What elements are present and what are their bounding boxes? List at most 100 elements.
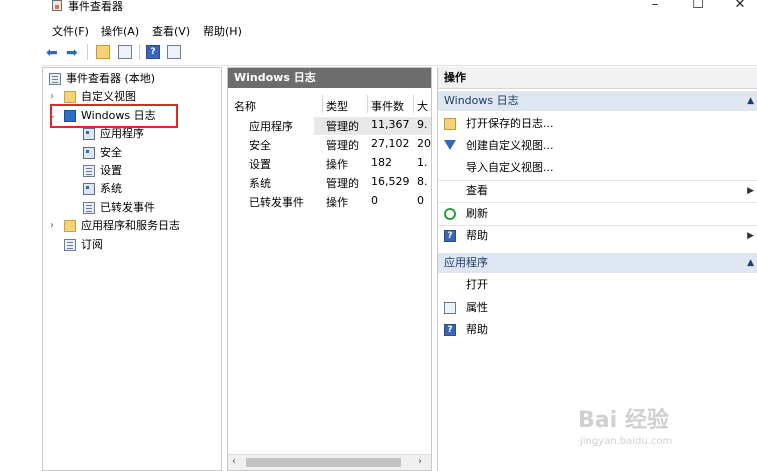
close-button[interactable]: ✕ [725, 0, 755, 15]
properties-icon [444, 302, 456, 314]
tree-label: 事件查看器 (本地) [66, 72, 156, 85]
tree-label: 系统 [100, 182, 122, 195]
action-label: 创建自定义视图... [466, 139, 554, 152]
highlight-annotation-box [50, 104, 178, 128]
back-arrow-icon[interactable]: ⬅ [46, 45, 58, 61]
action-label: 帮助 [466, 229, 488, 242]
menu-action[interactable]: 操作(A) [101, 23, 139, 39]
column-header-name[interactable]: 名称 [234, 98, 256, 114]
tree-label: 已转发事件 [100, 201, 155, 214]
table-row[interactable]: 系统 管理的 16,529 8. [228, 175, 431, 193]
action-view[interactable]: 查看 ▶ [438, 180, 757, 202]
row-type: 管理的 [326, 139, 359, 152]
section-title: 应用程序 [444, 256, 488, 269]
row-count: 182 [371, 156, 392, 169]
scrollbar-thumb[interactable] [246, 458, 401, 467]
action-help[interactable]: ? 帮助 ▶ [438, 225, 757, 247]
open-folder-icon [444, 118, 456, 130]
row-size: 1. [417, 156, 428, 169]
show-tree-icon[interactable] [118, 45, 132, 59]
expand-chevron-icon[interactable]: › [47, 217, 57, 235]
row-type: 操作 [326, 196, 348, 209]
tree-label: 应用程序和服务日志 [81, 219, 180, 232]
help-icon: ? [444, 230, 456, 242]
event-viewer-icon [49, 73, 61, 85]
column-header-size[interactable]: 大 [417, 98, 428, 114]
table-row[interactable]: 应用程序 管理的 11,367 9. [228, 118, 431, 136]
log-icon [83, 183, 95, 195]
actions-section-windows-logs[interactable]: Windows 日志 ▲ [438, 91, 757, 111]
show-action-pane-icon[interactable] [167, 45, 181, 59]
row-size: 0 [417, 194, 424, 207]
up-folder-icon[interactable] [96, 45, 110, 59]
action-label: 打开保存的日志... [466, 117, 554, 130]
row-name: 应用程序 [249, 120, 293, 133]
scroll-left-icon[interactable]: ‹ [232, 456, 236, 467]
action-create-custom-view[interactable]: 创建自定义视图... [438, 135, 757, 157]
window-title: 事件查看器 [68, 0, 123, 13]
row-name: 已转发事件 [249, 196, 304, 209]
row-type: 操作 [326, 158, 348, 171]
tree-label: 安全 [100, 146, 122, 159]
submenu-arrow-icon: ▶ [747, 231, 754, 241]
table-row[interactable]: 安全 管理的 27,102 20 [228, 137, 431, 155]
collapse-caret-icon[interactable]: ▲ [747, 91, 754, 111]
row-size: 9. [417, 118, 428, 131]
submenu-arrow-icon: ▶ [747, 186, 754, 196]
row-name: 系统 [249, 177, 271, 190]
filter-icon [444, 140, 456, 150]
log-icon [83, 147, 95, 159]
action-refresh[interactable]: 刷新 [438, 203, 757, 225]
help-icon[interactable]: ? [146, 45, 160, 59]
scroll-right-icon[interactable]: › [418, 456, 422, 467]
action-open[interactable]: 打开 [438, 274, 757, 296]
forward-arrow-icon[interactable]: ➡ [66, 45, 78, 61]
log-icon [83, 128, 95, 140]
row-name: 设置 [249, 158, 271, 171]
column-divider[interactable] [322, 95, 323, 113]
tree-label: 设置 [100, 164, 122, 177]
menu-view[interactable]: 查看(V) [152, 23, 190, 39]
row-type: 管理的 [326, 177, 359, 190]
folder-icon [64, 91, 76, 103]
maximize-button[interactable]: ☐ [683, 0, 713, 15]
column-header-count[interactable]: 事件数 [371, 98, 404, 114]
toolbar-separator [139, 44, 140, 60]
menu-file[interactable]: 文件(F) [52, 23, 89, 39]
table-row[interactable]: 已转发事件 操作 0 0 [228, 194, 431, 212]
action-properties[interactable]: 属性 [438, 297, 757, 319]
horizontal-scrollbar[interactable]: ‹ › [228, 454, 431, 470]
event-viewer-app-icon [52, 0, 62, 11]
action-open-saved-log[interactable]: 打开保存的日志... [438, 113, 757, 135]
column-header-type[interactable]: 类型 [326, 98, 348, 114]
collapse-caret-icon[interactable]: ▲ [747, 253, 754, 273]
toolbar-separator [87, 44, 88, 60]
column-divider[interactable] [367, 95, 368, 113]
action-help-app[interactable]: ? 帮助 [438, 319, 757, 341]
action-import-custom-view[interactable]: 导入自定义视图... [438, 157, 757, 179]
action-label: 查看 [466, 184, 488, 197]
action-label: 打开 [466, 278, 488, 291]
action-label: 导入自定义视图... [466, 161, 554, 174]
menu-help[interactable]: 帮助(H) [203, 23, 242, 39]
middle-pane-header: Windows 日志 [228, 68, 431, 88]
actions-section-application[interactable]: 应用程序 ▲ [438, 253, 757, 273]
action-label: 刷新 [466, 207, 488, 220]
action-label: 属性 [466, 301, 488, 314]
table-row[interactable]: 设置 操作 182 1. [228, 156, 431, 174]
row-count: 0 [371, 194, 378, 207]
row-name: 安全 [249, 139, 271, 152]
folder-icon [64, 220, 76, 232]
subscriptions-icon [64, 239, 76, 251]
tree-label: 订阅 [81, 238, 103, 251]
minimize-button[interactable]: – [640, 0, 670, 15]
row-count: 11,367 [371, 118, 410, 131]
row-type: 管理的 [326, 120, 359, 133]
log-icon [83, 165, 95, 177]
column-divider[interactable] [413, 95, 414, 113]
log-icon [83, 202, 95, 214]
row-size: 8. [417, 175, 428, 188]
row-count: 16,529 [371, 175, 410, 188]
row-size: 20 [417, 137, 431, 150]
baidu-watermark-url: jingyan.baidu.com [580, 436, 673, 447]
